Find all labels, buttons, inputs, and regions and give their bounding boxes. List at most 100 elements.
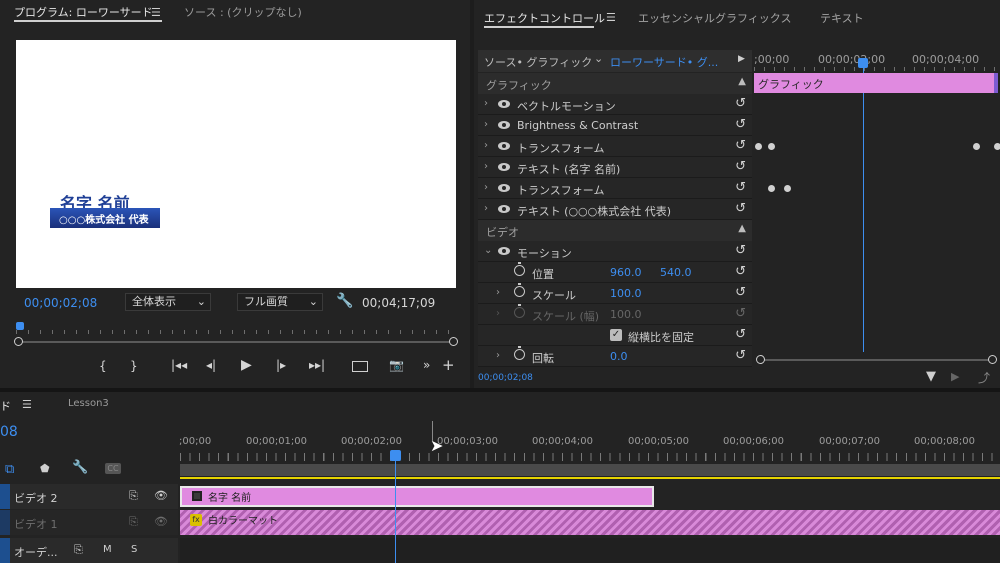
snap-icon[interactable]: ⧉ <box>5 462 19 477</box>
reset-icon[interactable]: ↺ <box>735 201 746 216</box>
tab-essential-graphics[interactable]: エッセンシャルグラフィックス <box>638 10 791 26</box>
timeline-ruler-ticks[interactable] <box>180 453 1000 461</box>
keyframe[interactable] <box>973 143 980 150</box>
chevron-right-icon[interactable]: › <box>496 287 500 298</box>
effect-row-brightness[interactable]: › Brightness & Contrast ↺ <box>478 115 752 136</box>
ec-playhead-marker[interactable] <box>858 58 868 68</box>
ec-ruler[interactable]: ;00;00 00;00;02;00 00;00;04;00 <box>754 50 1000 72</box>
chevron-right-icon[interactable]: › <box>484 98 488 109</box>
zoom-select[interactable]: 全体表示 ⌄ <box>125 293 211 311</box>
reset-icon[interactable]: ↺ <box>735 117 746 132</box>
track-lane-video1[interactable]: fx 白カラーマット <box>180 510 1000 535</box>
wrench-icon[interactable]: 🔧 <box>336 293 353 309</box>
reset-icon[interactable]: ↺ <box>735 243 746 258</box>
track-target-indicator[interactable] <box>0 538 10 563</box>
tab-source[interactable]: ソース : (クリップなし) <box>184 4 302 20</box>
keyframe[interactable] <box>994 143 1000 150</box>
keyframe[interactable] <box>768 185 775 192</box>
track-lane-audio[interactable] <box>180 538 1000 563</box>
collapse-icon[interactable]: ▲ <box>738 223 746 234</box>
settings-wrench-icon[interactable]: 🔧 <box>72 460 88 475</box>
checkbox-checked[interactable]: ✓ <box>610 329 622 341</box>
effect-row-text-company[interactable]: › テキスト (○○○株式会社 代表) ↺ <box>478 199 752 220</box>
timeline-work-area[interactable] <box>180 464 1000 476</box>
eye-icon[interactable] <box>498 205 510 213</box>
captions-icon[interactable]: CC <box>105 463 121 474</box>
graphic-clip-bar[interactable]: グラフィック <box>754 73 998 93</box>
sync-lock-icon[interactable]: ⎘ <box>129 515 138 529</box>
stopwatch-icon[interactable] <box>514 283 525 297</box>
solo-button[interactable]: S <box>131 544 137 555</box>
tab-effect-controls[interactable]: エフェクトコントロール <box>484 10 605 26</box>
scroll-handle-right[interactable] <box>988 355 997 364</box>
reset-icon[interactable]: ↺ <box>735 96 746 111</box>
reset-icon[interactable]: ↺ <box>735 180 746 195</box>
rotation-value[interactable]: 0.0 <box>610 350 628 363</box>
tab-sequence[interactable]: ド <box>0 398 11 414</box>
stopwatch-icon[interactable] <box>514 346 525 360</box>
mark-out-icon[interactable]: } <box>130 359 138 373</box>
eye-icon[interactable] <box>498 142 510 150</box>
chevron-right-icon[interactable]: › <box>484 140 488 151</box>
add-button-icon[interactable]: + <box>442 356 455 374</box>
monitor-ruler[interactable] <box>16 322 456 336</box>
effect-row-text-name[interactable]: › テキスト (名字 名前) ↺ <box>478 157 752 178</box>
chevron-down-icon[interactable]: ⌄ <box>484 245 492 256</box>
track-header-audio[interactable]: オーデ... ⎘ M S <box>0 538 178 563</box>
keyframe[interactable] <box>784 185 791 192</box>
track-header-video1[interactable]: ビデオ 1 ⎘ 👁 <box>0 510 178 535</box>
sync-lock-icon[interactable]: ⎘ <box>74 543 83 557</box>
eye-icon[interactable] <box>498 100 510 108</box>
mark-in-icon[interactable]: { <box>99 359 107 373</box>
chevron-right-icon[interactable]: › <box>484 161 488 172</box>
reset-icon[interactable]: ↺ <box>735 138 746 153</box>
expand-timeline-icon[interactable]: ▶ <box>738 54 745 64</box>
playhead-marker[interactable] <box>16 322 24 330</box>
chevron-right-icon[interactable]: › <box>484 119 488 130</box>
reset-icon[interactable]: ↺ <box>735 264 746 279</box>
go-to-in-icon[interactable]: |◂◂ <box>171 358 187 372</box>
safe-margins-icon[interactable] <box>352 361 368 372</box>
tab-lesson3[interactable]: Lesson3 <box>68 398 109 409</box>
position-y-value[interactable]: 540.0 <box>660 266 692 279</box>
track-header-video2[interactable]: ビデオ 2 ⎘ 👁 <box>0 484 178 509</box>
ec-scrollbar[interactable] <box>756 355 997 364</box>
reset-icon[interactable]: ↺ <box>735 327 746 342</box>
timeline-current-time[interactable]: 08 <box>0 424 18 440</box>
effect-row-transform-1[interactable]: › トランスフォーム ↺ <box>478 136 752 157</box>
monitor-scrollbar[interactable] <box>14 337 458 346</box>
eye-icon[interactable] <box>498 247 510 255</box>
eye-icon[interactable] <box>498 121 510 129</box>
chevron-down-icon[interactable]: ⌄ <box>594 52 603 65</box>
effect-row-motion[interactable]: ⌄ モーション ↺ <box>478 241 752 262</box>
step-back-icon[interactable]: ◂| <box>206 358 216 372</box>
go-to-out-icon[interactable]: ▸▸| <box>309 358 325 372</box>
play-audio-icon[interactable]: ▶ <box>951 370 959 383</box>
param-row-scale[interactable]: › スケール 100.0 ↺ <box>478 283 752 304</box>
eye-icon[interactable] <box>498 184 510 192</box>
stopwatch-icon[interactable] <box>514 262 525 276</box>
step-forward-icon[interactable]: |▸ <box>276 358 286 372</box>
panel-menu-icon[interactable]: ☰ <box>22 398 32 411</box>
timeline-playhead-marker[interactable] <box>390 450 401 461</box>
track-target-indicator[interactable] <box>0 510 10 535</box>
eye-icon[interactable]: 👁 <box>154 515 168 528</box>
position-x-value[interactable]: 960.0 <box>610 266 642 279</box>
clip-label[interactable]: ローワーサード• グ... <box>610 54 718 70</box>
marker-icon[interactable]: ⬟ <box>40 462 50 475</box>
chevron-right-icon[interactable]: › <box>496 350 500 361</box>
eye-icon[interactable] <box>498 163 510 171</box>
play-icon[interactable]: ▶ <box>241 357 252 373</box>
reset-icon[interactable]: ↺ <box>735 348 746 363</box>
collapse-icon[interactable]: ▲ <box>738 76 746 87</box>
panel-menu-icon[interactable]: ☰ <box>151 6 161 19</box>
export-icon[interactable]: ⤴ <box>978 369 990 386</box>
section-graphic[interactable]: グラフィック ▲ <box>478 73 752 94</box>
chevron-right-icon[interactable]: › <box>484 203 488 214</box>
scroll-handle-left[interactable] <box>14 337 23 346</box>
tab-text[interactable]: テキスト <box>820 10 864 26</box>
clip-label[interactable]: 白カラーマット <box>208 512 278 527</box>
chevron-right-icon[interactable]: › <box>484 182 488 193</box>
scroll-handle-right[interactable] <box>449 337 458 346</box>
param-row-position[interactable]: 位置 960.0 540.0 ↺ <box>478 262 752 283</box>
